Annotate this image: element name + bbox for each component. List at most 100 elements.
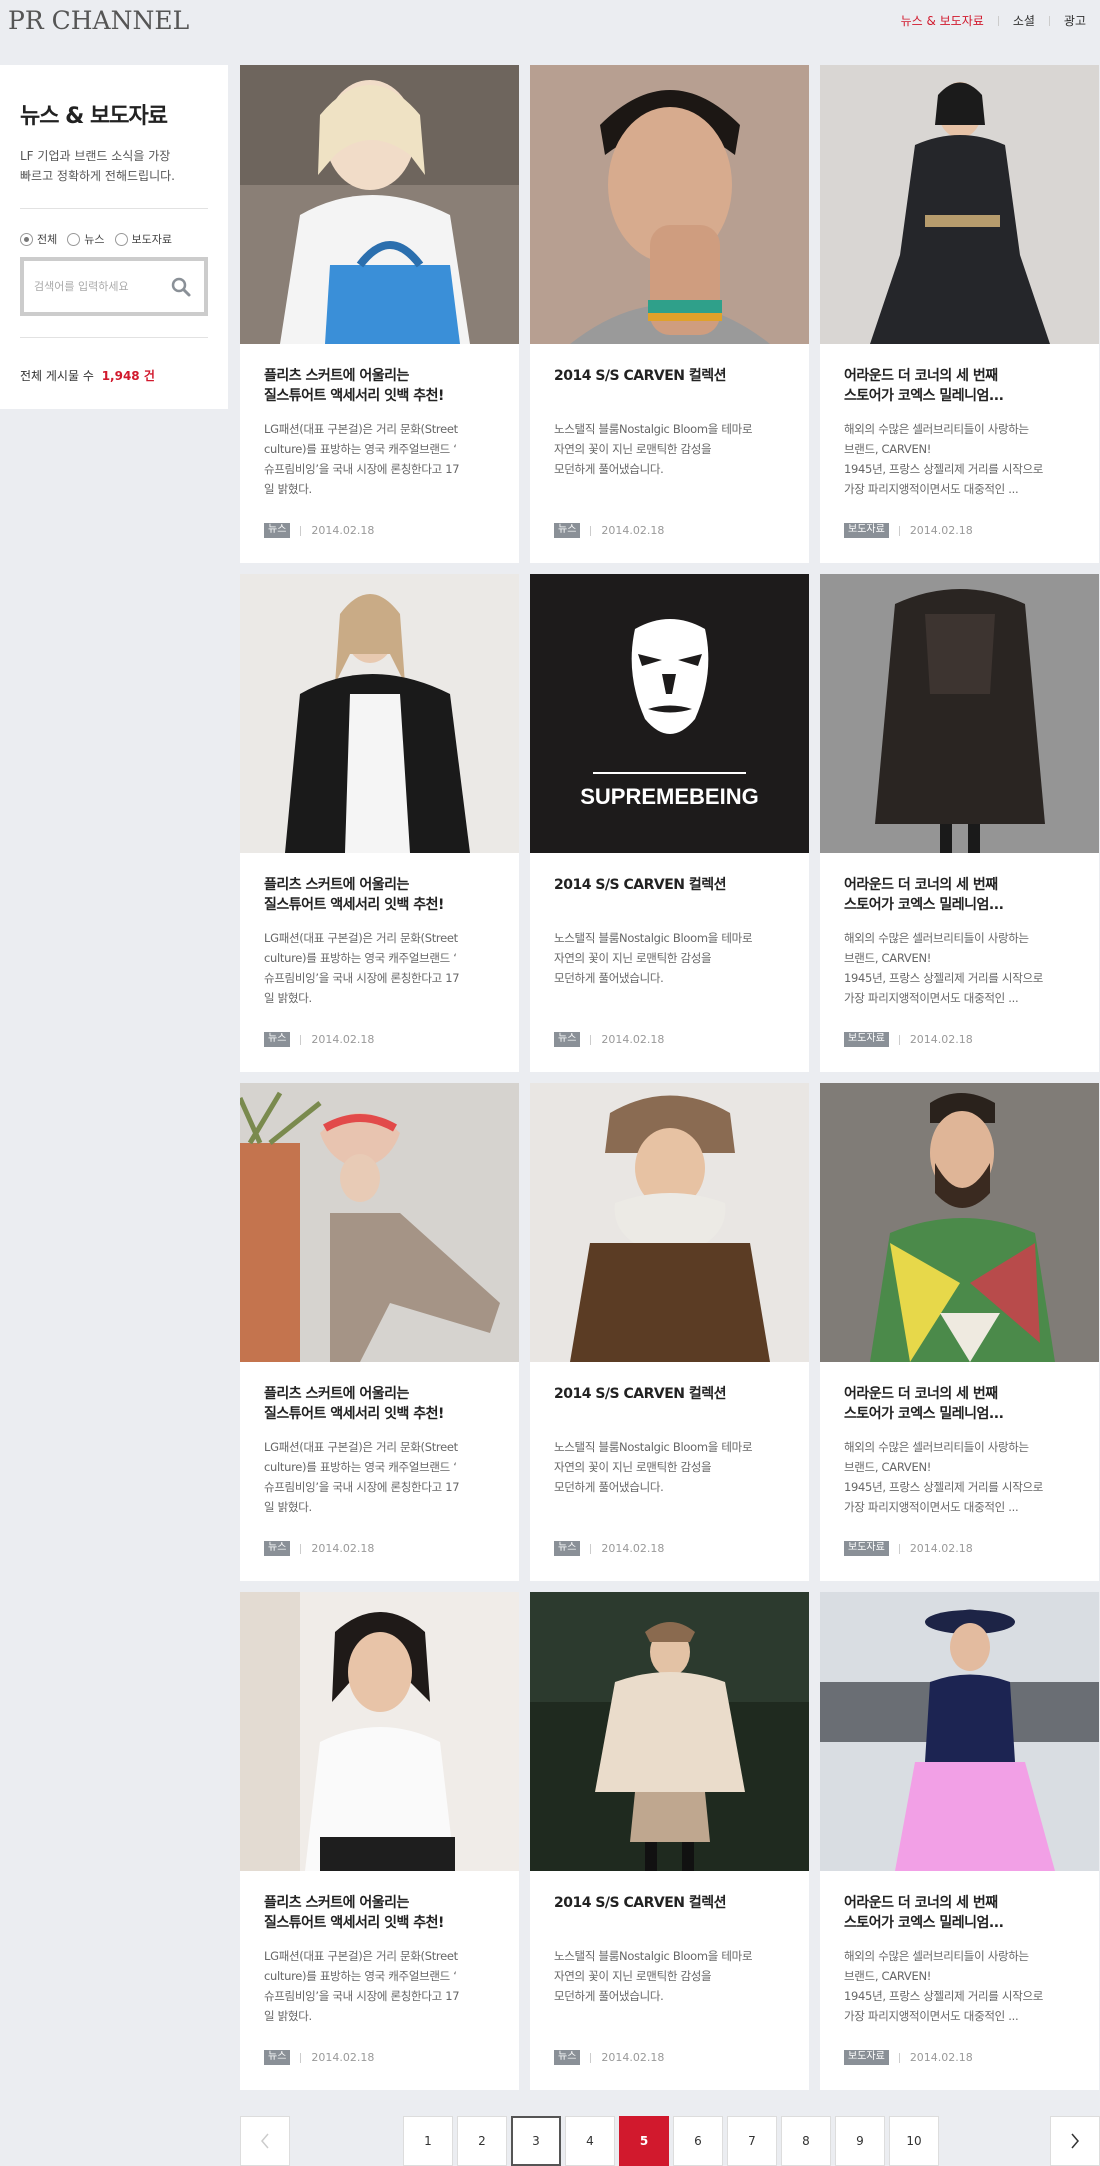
post-thumbnail[interactable]: SUPREMEBEING [530, 574, 809, 853]
radio-press[interactable] [114, 232, 128, 246]
post-title[interactable]: 플리츠 스커트에 어울리는 질스튜어트 액세서리 잇백 추천! [264, 1893, 497, 1933]
post-card[interactable]: SUPREMEBEING 2014 S/S CARVEN 컬렉션 노스탤직 블룸… [530, 574, 809, 1072]
post-thumbnail[interactable] [820, 1592, 1099, 1871]
page-number-button[interactable]: 4 [565, 2116, 615, 2166]
post-thumbnail[interactable] [240, 1592, 519, 1871]
post-thumbnail[interactable] [240, 1083, 519, 1362]
post-card[interactable]: 어라운드 더 코너의 세 번째 스토어가 코엑스 밀레니엄... 해외의 수많은… [820, 574, 1099, 1072]
category-badge[interactable]: 뉴스 [264, 1541, 291, 1556]
page-number-button[interactable]: 8 [781, 2116, 831, 2166]
meta-divider [590, 1543, 592, 1554]
radio-all[interactable] [20, 232, 33, 246]
meta-divider [898, 2052, 900, 2063]
excerpt-line: 해외의 수많은 셀러브리티들이 사랑하는 [844, 422, 1029, 436]
page-number-button[interactable]: 6 [673, 2116, 723, 2166]
page-number-button[interactable]: 2 [457, 2116, 507, 2166]
post-date: 2014.02.18 [909, 1033, 973, 1046]
post-title[interactable]: 어라운드 더 코너의 세 번째 스토어가 코엑스 밀레니엄... [844, 875, 1077, 915]
category-badge[interactable]: 뉴스 [554, 2050, 581, 2065]
post-title-line: 질스튜어트 액세서리 잇백 추천! [264, 388, 444, 404]
category-badge[interactable]: 보도자료 [844, 523, 889, 538]
post-card[interactable]: 어라운드 더 코너의 세 번째 스토어가 코엑스 밀레니엄... 해외의 수많은… [820, 1083, 1099, 1581]
post-card[interactable]: 어라운드 더 코너의 세 번째 스토어가 코엑스 밀레니엄... 해외의 수많은… [820, 65, 1099, 563]
post-body: 플리츠 스커트에 어울리는 질스튜어트 액세서리 잇백 추천! LG패션(대표 … [240, 1362, 519, 1517]
category-badge[interactable]: 보도자료 [844, 2050, 889, 2065]
page-number-button[interactable]: 3 [511, 2116, 561, 2166]
meta-divider [898, 1543, 900, 1554]
post-title[interactable]: 어라운드 더 코너의 세 번째 스토어가 코엑스 밀레니엄... [844, 1893, 1077, 1933]
search-input[interactable] [24, 261, 164, 312]
excerpt-line: 1945년, 프랑스 상젤리제 거리를 시작으로 [844, 462, 1044, 476]
post-card[interactable]: 플리츠 스커트에 어울리는 질스튜어트 액세서리 잇백 추천! LG패션(대표 … [240, 1083, 519, 1581]
category-filter: 전체 뉴스 보도자료 [20, 231, 208, 247]
page-number-button[interactable]: 1 [403, 2116, 453, 2166]
excerpt-line: 가장 파리지앵적이면서도 대중적인 ... [844, 2009, 1019, 2023]
post-title[interactable]: 플리츠 스커트에 어울리는 질스튜어트 액세서리 잇백 추천! [264, 875, 497, 915]
category-badge[interactable]: 뉴스 [264, 523, 291, 538]
category-badge[interactable]: 뉴스 [554, 1541, 581, 1556]
post-thumbnail[interactable] [530, 1083, 809, 1362]
post-body: 플리츠 스커트에 어울리는 질스튜어트 액세서리 잇백 추천! LG패션(대표 … [240, 344, 519, 499]
post-body: 플리츠 스커트에 어울리는 질스튜어트 액세서리 잇백 추천! LG패션(대표 … [240, 1871, 519, 2026]
post-card[interactable]: 2014 S/S CARVEN 컬렉션 노스탤직 블룸Nostalgic Blo… [530, 1083, 809, 1581]
post-thumbnail[interactable] [820, 1083, 1099, 1362]
post-thumbnail[interactable] [820, 574, 1099, 853]
post-thumbnail[interactable] [530, 65, 809, 344]
post-title[interactable]: 어라운드 더 코너의 세 번째 스토어가 코엑스 밀레니엄... [844, 1384, 1077, 1424]
post-title[interactable]: 2014 S/S CARVEN 컬렉션 [554, 366, 787, 406]
filter-all[interactable]: 전체 [20, 231, 57, 247]
excerpt-line: LG패션(대표 구본걸)은 거리 문화(Street [264, 931, 458, 945]
page-number-button[interactable]: 9 [835, 2116, 885, 2166]
filter-news[interactable]: 뉴스 [67, 231, 105, 247]
category-badge[interactable]: 보도자료 [844, 1541, 889, 1556]
post-title-line: 2014 S/S CARVEN 컬렉션 [554, 877, 727, 893]
post-title[interactable]: 플리츠 스커트에 어울리는 질스튜어트 액세서리 잇백 추천! [264, 366, 497, 406]
post-card[interactable]: 플리츠 스커트에 어울리는 질스튜어트 액세서리 잇백 추천! LG패션(대표 … [240, 574, 519, 1072]
category-badge[interactable]: 뉴스 [554, 523, 581, 538]
post-card[interactable]: 어라운드 더 코너의 세 번째 스토어가 코엑스 밀레니엄... 해외의 수많은… [820, 1592, 1099, 2090]
category-badge[interactable]: 뉴스 [264, 1032, 291, 1047]
page-number-button[interactable]: 10 [889, 2116, 939, 2166]
post-title[interactable]: 2014 S/S CARVEN 컬렉션 [554, 1893, 787, 1933]
post-card[interactable]: 플리츠 스커트에 어울리는 질스튜어트 액세서리 잇백 추천! LG패션(대표 … [240, 1592, 519, 2090]
post-title[interactable]: 어라운드 더 코너의 세 번째 스토어가 코엑스 밀레니엄... [844, 366, 1077, 406]
radio-news[interactable] [67, 232, 81, 246]
next-page-button[interactable] [1050, 2116, 1100, 2166]
nav-social[interactable]: 소셜 [999, 12, 1049, 29]
post-title-line: 어라운드 더 코너의 세 번째 [844, 1386, 998, 1402]
post-thumbnail[interactable] [240, 574, 519, 853]
post-thumbnail[interactable] [820, 65, 1099, 344]
post-card[interactable]: 2014 S/S CARVEN 컬렉션 노스탤직 블룸Nostalgic Blo… [530, 1592, 809, 2090]
page-title: 뉴스 & 보도자료 [20, 104, 168, 129]
category-badge[interactable]: 뉴스 [264, 2050, 291, 2065]
post-title-line: 플리츠 스커트에 어울리는 [264, 368, 409, 384]
prev-page-button[interactable] [240, 2116, 290, 2166]
post-title[interactable]: 2014 S/S CARVEN 컬렉션 [554, 875, 787, 915]
site-logo[interactable]: PR CHANNEL [8, 6, 189, 35]
nav-ads[interactable]: 광고 [1050, 12, 1100, 29]
page-number-button[interactable]: 5 [619, 2116, 669, 2166]
post-card[interactable]: 플리츠 스커트에 어울리는 질스튜어트 액세서리 잇백 추천! LG패션(대표 … [240, 65, 519, 563]
description-line: LF 기업과 브랜드 소식을 가장 [20, 149, 171, 163]
post-meta: 뉴스 2014.02.18 [554, 1541, 664, 1556]
nav-news-press[interactable]: 뉴스 & 보도자료 [887, 12, 998, 29]
filter-press[interactable]: 보도자료 [114, 231, 172, 247]
post-title[interactable]: 플리츠 스커트에 어울리는 질스튜어트 액세서리 잇백 추천! [264, 1384, 497, 1424]
search-icon[interactable] [170, 276, 192, 298]
category-badge[interactable]: 보도자료 [844, 1032, 889, 1047]
post-meta: 뉴스 2014.02.18 [554, 523, 664, 538]
post-card[interactable]: 2014 S/S CARVEN 컬렉션 노스탤직 블룸Nostalgic Blo… [530, 65, 809, 563]
post-thumbnail[interactable] [530, 1592, 809, 1871]
meta-divider [300, 2052, 302, 2063]
post-title-line: 2014 S/S CARVEN 컬렉션 [554, 368, 727, 384]
post-title[interactable]: 2014 S/S CARVEN 컬렉션 [554, 1384, 787, 1424]
post-meta: 보도자료 2014.02.18 [844, 1032, 973, 1047]
excerpt-line: 브랜드, CARVEN! [844, 442, 932, 456]
excerpt-line: 가장 파리지앵적이면서도 대중적인 ... [844, 482, 1019, 496]
page-number-button[interactable]: 7 [727, 2116, 777, 2166]
post-body: 2014 S/S CARVEN 컬렉션 노스탤직 블룸Nostalgic Blo… [530, 853, 809, 1008]
category-badge[interactable]: 뉴스 [554, 1032, 581, 1047]
post-body: 2014 S/S CARVEN 컬렉션 노스탤직 블룸Nostalgic Blo… [530, 344, 809, 499]
post-thumbnail[interactable] [240, 65, 519, 344]
excerpt-line: 모던하게 풀어냈습니다. [554, 1480, 664, 1494]
